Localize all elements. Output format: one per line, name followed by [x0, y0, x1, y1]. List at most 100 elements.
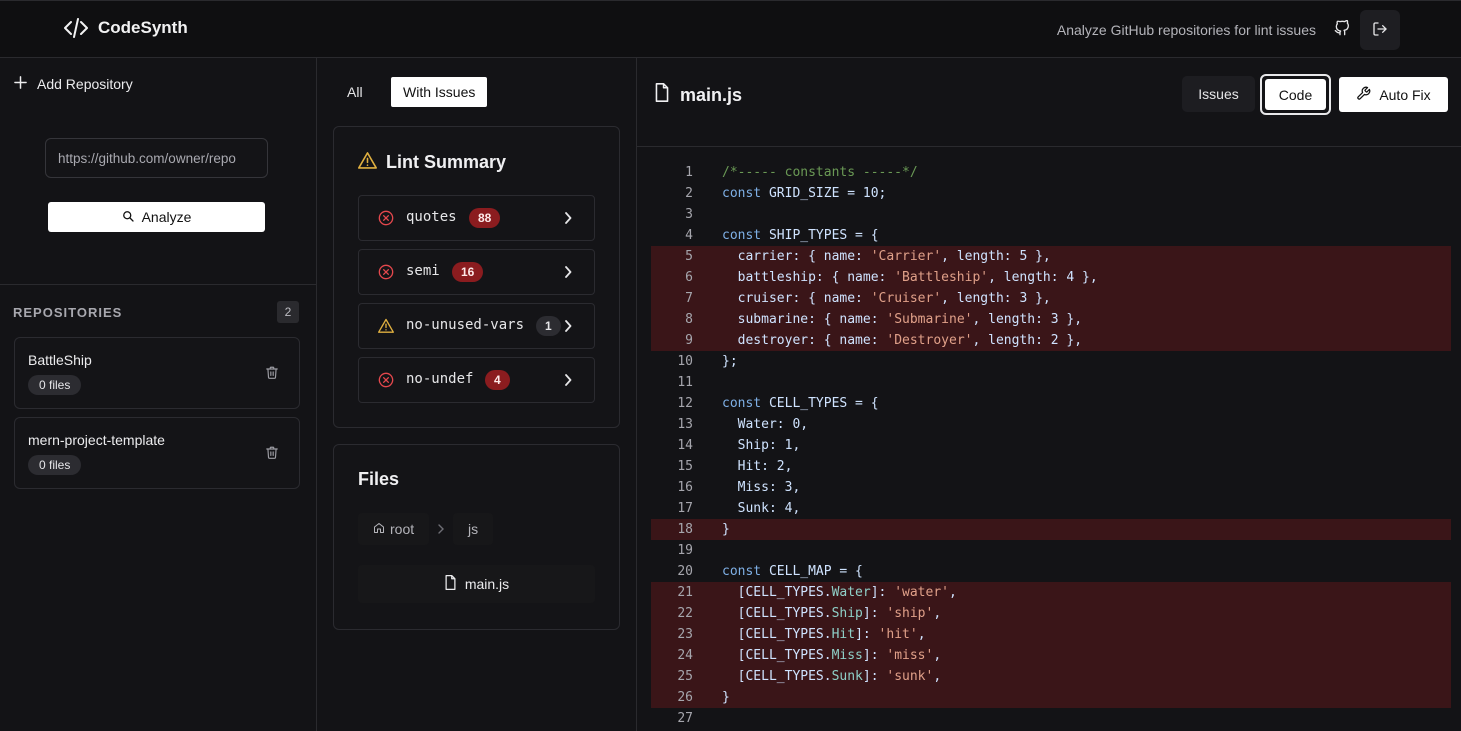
- file-icon: [654, 83, 670, 107]
- line-number: 17: [677, 501, 693, 516]
- file-icon: [444, 575, 457, 593]
- filter-with-issues-tab[interactable]: With Issues: [391, 77, 488, 107]
- line-code: const SHIP_TYPES = {: [722, 228, 879, 243]
- brand-name: CodeSynth: [98, 18, 188, 37]
- code-line-with-issue: 6 battleship: { name: 'Battleship', leng…: [651, 267, 1451, 288]
- line-number: 21: [677, 585, 693, 600]
- line-code: [CELL_TYPES.Hit]: 'hit',: [722, 627, 926, 642]
- lint-rule-row[interactable]: quotes 88: [358, 195, 595, 241]
- files-title: Files: [358, 469, 400, 489]
- code-line: 16 Miss: 3,: [651, 477, 1451, 498]
- line-number: 11: [677, 375, 693, 390]
- code-line: 1 /*----- constants -----*/: [651, 162, 1451, 183]
- lint-rule-row[interactable]: no-undef 4: [358, 357, 595, 403]
- tab-code[interactable]: Code: [1260, 74, 1331, 115]
- search-icon: [122, 209, 134, 225]
- file-name: main.js: [464, 576, 510, 592]
- header-tagline: Analyze GitHub repositories for lint iss…: [1056, 22, 1316, 38]
- line-number: 23: [677, 627, 693, 642]
- brand[interactable]: CodeSynth: [64, 18, 188, 38]
- code-line: 19: [651, 540, 1451, 561]
- trash-icon[interactable]: [265, 445, 279, 463]
- github-button[interactable]: [1330, 17, 1354, 41]
- code-line-with-issue: 25 [CELL_TYPES.Sunk]: 'sunk',: [651, 666, 1451, 687]
- line-code: [CELL_TYPES.Ship]: 'ship',: [722, 606, 942, 621]
- code-viewer: main.js Issues Code Auto Fix 1 /*----- co…: [637, 58, 1461, 731]
- lint-summary-panel: Lint Summary quotes 88 semi 16 no-unused…: [333, 126, 620, 428]
- line-number: 18: [677, 522, 693, 537]
- repo-file-count: 0 files: [28, 455, 82, 475]
- code-line: 4 const SHIP_TYPES = {: [651, 225, 1451, 246]
- file-item[interactable]: main.js: [358, 565, 595, 603]
- chevron-right-icon: [564, 373, 572, 389]
- github-icon: [1334, 19, 1350, 39]
- line-number: 12: [677, 396, 693, 411]
- line-code: Water: 0,: [722, 417, 809, 432]
- repositories-count: 2: [277, 301, 299, 323]
- line-number: 15: [677, 459, 693, 474]
- lint-count-badge: 4: [485, 370, 510, 390]
- repo-name: BattleShip: [28, 352, 92, 368]
- line-number: 2: [685, 186, 693, 201]
- lint-rule-name: no-undef: [406, 371, 474, 387]
- line-number: 26: [677, 690, 693, 705]
- repo-card[interactable]: BattleShip 0 files: [14, 337, 300, 409]
- line-number: 4: [685, 228, 693, 243]
- code-line-with-issue: 24 [CELL_TYPES.Miss]: 'miss',: [651, 645, 1451, 666]
- auto-fix-button[interactable]: Auto Fix: [1339, 77, 1448, 112]
- lint-rule-row[interactable]: no-unused-vars 1: [358, 303, 595, 349]
- code-line-with-issue: 23 [CELL_TYPES.Hit]: 'hit',: [651, 624, 1451, 645]
- trash-icon[interactable]: [265, 365, 279, 383]
- line-code: const CELL_MAP = {: [722, 564, 863, 579]
- chevron-right-icon: [564, 319, 572, 335]
- code-line-with-issue: 18}: [651, 519, 1451, 540]
- line-number: 1: [685, 165, 693, 180]
- error-circle-icon: [378, 372, 394, 391]
- line-code: submarine: { name: 'Submarine', length: …: [722, 312, 1083, 327]
- line-code: Ship: 1,: [722, 438, 801, 453]
- line-number: 19: [677, 543, 693, 558]
- line-code: battleship: { name: 'Battleship', length…: [722, 270, 1098, 285]
- filter-all-tab[interactable]: All: [339, 77, 371, 107]
- wrench-icon: [1356, 86, 1371, 104]
- code-line: 20 const CELL_MAP = {: [651, 561, 1451, 582]
- lint-rule-row[interactable]: semi 16: [358, 249, 595, 295]
- line-code: [CELL_TYPES.Sunk]: 'sunk',: [722, 669, 942, 684]
- code-line: 15 Hit: 2,: [651, 456, 1451, 477]
- code-line: 17 Sunk: 4,: [651, 498, 1451, 519]
- plus-icon: [14, 76, 27, 92]
- logout-icon: [1372, 21, 1388, 40]
- viewer-header: main.js Issues Code Auto Fix: [637, 58, 1461, 147]
- line-code: destroyer: { name: 'Destroyer', length: …: [722, 333, 1083, 348]
- analyze-button[interactable]: Analyze: [48, 202, 265, 232]
- code-line-with-issue: 26}: [651, 687, 1451, 708]
- code-line-with-issue: 8 submarine: { name: 'Submarine', length…: [651, 309, 1451, 330]
- tab-issues[interactable]: Issues: [1182, 76, 1255, 112]
- line-number: 9: [685, 333, 693, 348]
- logout-button[interactable]: [1360, 10, 1400, 50]
- code-lines: 1 /*----- constants -----*/ 2 const GRID_SI…: [651, 162, 1451, 729]
- line-number: 20: [677, 564, 693, 579]
- line-code: /*----- constants -----*/: [722, 165, 918, 180]
- warning-icon: [358, 151, 377, 174]
- repo-url-input[interactable]: [45, 138, 268, 178]
- lint-summary-title: Lint Summary: [358, 151, 506, 174]
- repo-card[interactable]: mern-project-template 0 files: [14, 417, 300, 489]
- line-number: 7: [685, 291, 693, 306]
- lint-panel-column: All With Issues Lint Summary quotes 88 s…: [317, 58, 637, 731]
- breadcrumb-root[interactable]: root: [358, 513, 430, 545]
- lint-count-badge: 16: [452, 262, 484, 282]
- line-code: };: [722, 354, 738, 369]
- code-line: 3: [651, 204, 1451, 225]
- repo-name: mern-project-template: [28, 432, 165, 448]
- line-number: 6: [685, 270, 693, 285]
- line-number: 14: [677, 438, 693, 453]
- line-code: cruiser: { name: 'Cruiser', length: 3 },: [722, 291, 1051, 306]
- breadcrumb-folder[interactable]: js: [453, 513, 494, 545]
- line-number: 3: [685, 207, 693, 222]
- lint-rule-name: semi: [406, 263, 440, 279]
- repo-sidebar: Add Repository Analyze REPOSITORIES 2 Ba…: [0, 58, 317, 731]
- code-line: 13 Water: 0,: [651, 414, 1451, 435]
- line-code: Miss: 3,: [722, 480, 801, 495]
- divider: [0, 284, 316, 285]
